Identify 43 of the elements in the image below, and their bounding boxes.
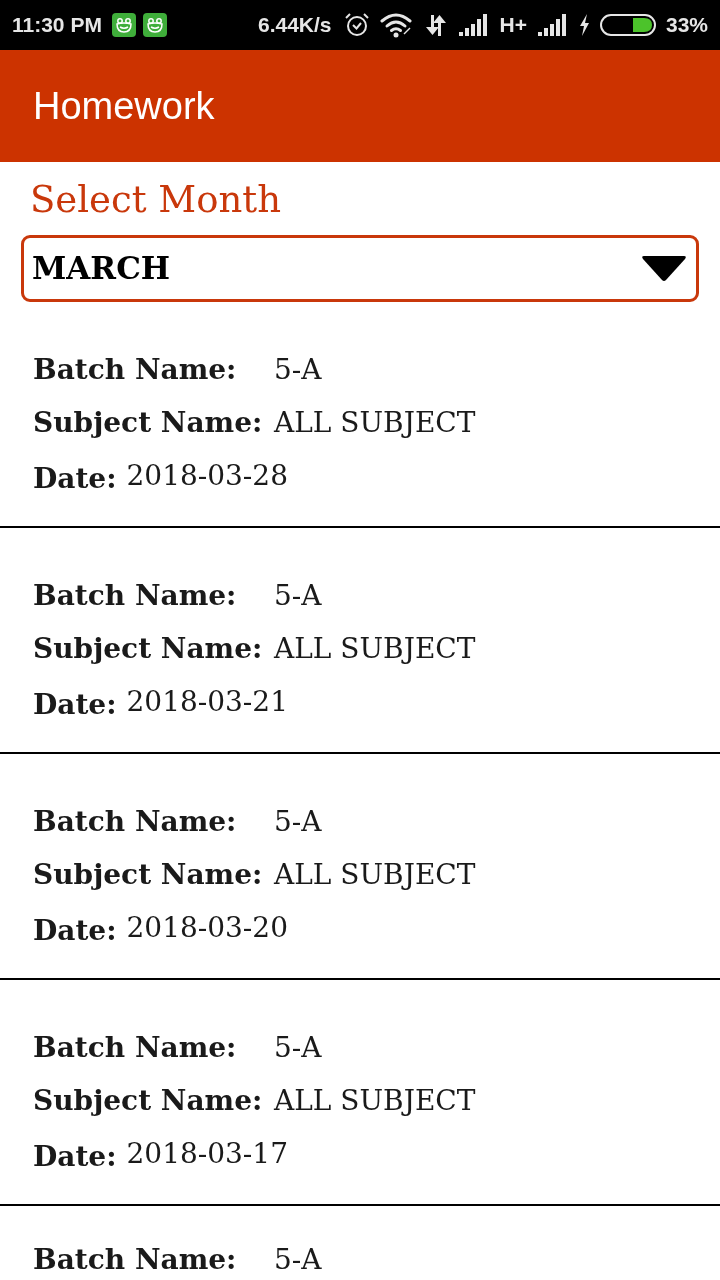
wifi-icon [379, 12, 414, 38]
field-value: 5-A [274, 1242, 322, 1278]
field-value: 2018-03-17 [126, 1136, 288, 1172]
field-value: 2018-03-20 [126, 910, 288, 946]
clock-time: 11:30 PM [12, 12, 102, 39]
month-dropdown[interactable]: MARCH [21, 235, 699, 302]
field-value: 5-A [274, 352, 322, 388]
field-value: ALL SUBJECT [274, 631, 476, 667]
field-label: Batch Name: [33, 1243, 237, 1276]
network-type: H+ [499, 12, 527, 39]
field-value: 5-A [274, 1030, 322, 1066]
field-label: Batch Name: [33, 579, 237, 612]
field-label: Subject Name: [33, 406, 263, 439]
notification-app-icon [142, 13, 167, 37]
field-value: 5-A [274, 578, 322, 614]
signal-bars-icon [536, 13, 569, 37]
app-bar-title: Homework [33, 83, 215, 129]
dropdown-triangle-icon [641, 255, 687, 282]
field-label: Date: [33, 687, 117, 723]
field-label: Batch Name: [33, 353, 237, 386]
battery-percent: 33% [665, 12, 708, 39]
field-value: 5-A [274, 804, 322, 840]
field-value: ALL SUBJECT [274, 857, 476, 893]
field-value: ALL SUBJECT [274, 1083, 476, 1119]
select-month-label: Select Month [30, 178, 281, 221]
field-label: Batch Name: [33, 805, 237, 838]
field-label: Date: [33, 461, 117, 497]
network-speed: 6.44K/s [257, 12, 332, 39]
field-label: Subject Name: [33, 1084, 263, 1117]
notification-app-icon [111, 13, 136, 37]
battery-icon [599, 14, 656, 36]
field-value: 2018-03-28 [126, 458, 288, 494]
field-label: Date: [33, 1139, 117, 1175]
data-arrows-icon [423, 12, 448, 38]
field-value: ALL SUBJECT [274, 405, 476, 441]
charging-bolt-icon [578, 14, 590, 36]
field-value: 2018-03-21 [126, 684, 288, 720]
field-label: Date: [33, 913, 117, 949]
field-label: Subject Name: [33, 858, 263, 891]
field-label: Batch Name: [33, 1031, 237, 1064]
signal-bars-icon [457, 13, 490, 37]
field-label: Subject Name: [33, 632, 263, 665]
alarm-clock-icon [343, 12, 370, 38]
